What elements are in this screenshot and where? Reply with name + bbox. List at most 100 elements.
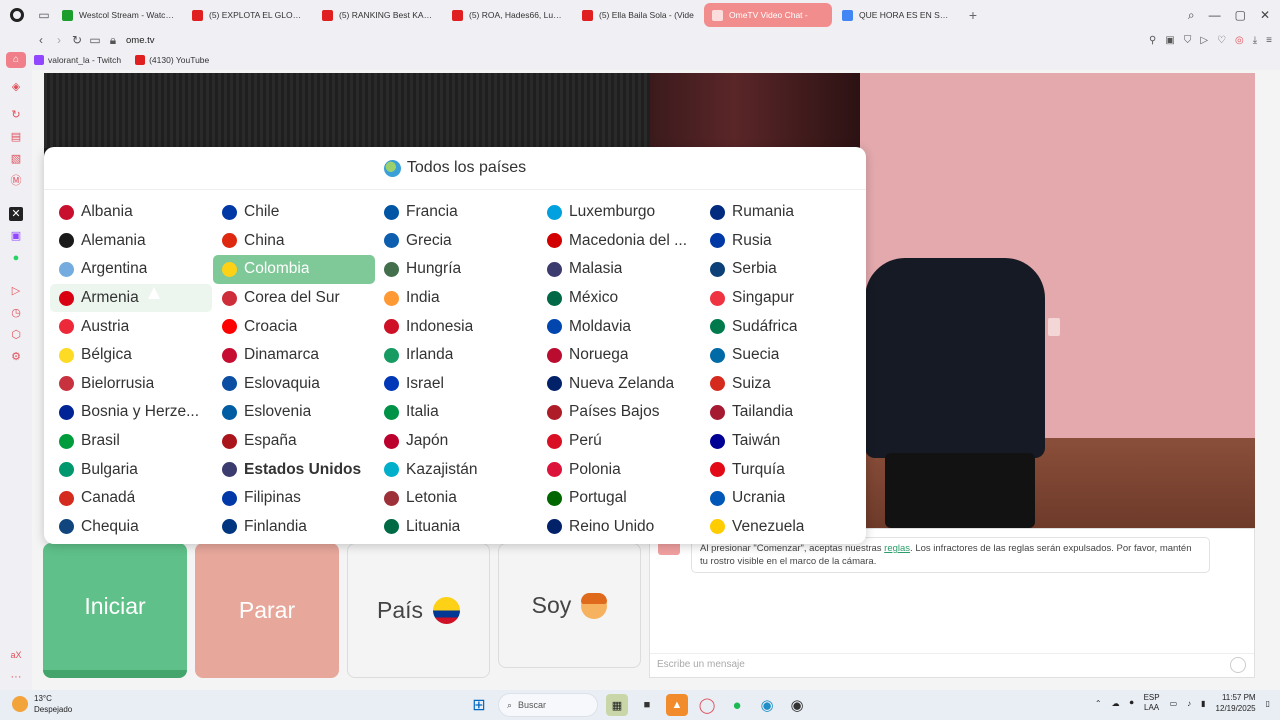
x-icon[interactable]: ✕ (9, 207, 23, 221)
tab-menu-icon[interactable]: ▭ (34, 0, 54, 30)
country-option[interactable]: Bulgaria (50, 455, 212, 484)
mic-icon[interactable]: ⏺ (1130, 698, 1134, 708)
opera-logo-icon[interactable] (0, 0, 34, 30)
maximize-icon[interactable]: ▢ (1235, 8, 1246, 22)
country-option[interactable]: Portugal (538, 484, 700, 513)
tab-4[interactable]: (5) Ella Baila Sola - (Vide (574, 3, 702, 27)
gender-button[interactable]: Soy (498, 543, 641, 668)
download-icon[interactable]: ⤓ (1253, 35, 1257, 46)
country-button[interactable]: País (347, 543, 490, 678)
file-explorer-icon[interactable]: ■ (636, 694, 658, 716)
reload-icon[interactable]: ↻ (68, 33, 86, 47)
battery-icon[interactable]: ▮ (1201, 699, 1205, 708)
country-option[interactable]: Irlanda (375, 341, 537, 370)
cloud-icon[interactable]: ☁ (1112, 699, 1120, 708)
obs-icon[interactable]: ◉ (786, 694, 808, 716)
country-option[interactable]: Kazajistán (375, 455, 537, 484)
search-tabs-icon[interactable]: ⌕ (1188, 8, 1195, 23)
minimize-icon[interactable]: — (1209, 8, 1221, 22)
country-option[interactable]: Bosnia y Herze... (50, 398, 212, 427)
country-option[interactable]: Suecia (701, 341, 863, 370)
twitch-icon[interactable]: ▣ (9, 229, 23, 243)
home-icon[interactable]: ⌂ (6, 52, 26, 68)
bag-icon[interactable]: ▤ (9, 130, 23, 144)
whatsapp-icon[interactable]: ● (9, 251, 23, 265)
country-option[interactable]: Croacia (213, 312, 375, 341)
country-option[interactable]: Malasia (538, 255, 700, 284)
country-option[interactable]: Chequia (50, 513, 212, 542)
tab-3[interactable]: (5) ROA, Hades66, Luar L (444, 3, 572, 27)
extensions-icon[interactable]: ⬡ (9, 328, 23, 342)
country-option[interactable]: Estados Unidos (213, 455, 375, 484)
country-option[interactable]: Letonia (375, 484, 537, 513)
country-option[interactable]: Alemania (50, 227, 212, 256)
spotify-icon[interactable]: ● (726, 694, 748, 716)
message-input[interactable]: Escribe un mensaje (650, 653, 1254, 677)
refresh-icon[interactable]: ↻ (9, 108, 23, 122)
clock[interactable]: 11:57 PM 12/19/2025 (1216, 692, 1256, 714)
country-option[interactable]: Nueva Zelanda (538, 370, 700, 399)
widgets-icon[interactable]: ▦ (606, 694, 628, 716)
country-option[interactable]: Tailandia (701, 398, 863, 427)
weather-widget[interactable]: 13°C Despejado (12, 693, 72, 715)
country-option[interactable]: Macedonia del ... (538, 227, 700, 256)
tab-5[interactable]: OmeTV Video Chat - (704, 3, 832, 27)
close-icon[interactable]: ✕ (1260, 8, 1270, 22)
history-icon[interactable]: ◷ (9, 306, 23, 320)
tab-0[interactable]: Westcol Stream - Watch L (54, 3, 182, 27)
country-option[interactable]: Singapur (701, 284, 863, 313)
messenger-icon[interactable]: Ⓜ (9, 174, 23, 188)
country-option[interactable]: Chile (213, 198, 375, 227)
country-option[interactable]: China (213, 227, 375, 256)
country-option[interactable]: Países Bajos (538, 398, 700, 427)
country-option[interactable]: Filipinas (213, 484, 375, 513)
play-icon[interactable]: ▷ (1200, 35, 1208, 46)
snapshot-icon[interactable]: ▣ (1165, 35, 1174, 46)
country-option[interactable]: Sudáfrica (701, 312, 863, 341)
app-icon[interactable]: ▲ (666, 694, 688, 716)
country-option[interactable]: Reino Unido (538, 513, 700, 542)
country-option[interactable]: Armenia (50, 283, 212, 313)
start-button[interactable]: Iniciar (43, 543, 187, 678)
forward-icon[interactable]: › (50, 33, 68, 47)
ai-icon[interactable]: aX (9, 648, 23, 662)
country-option[interactable]: Luxemburgo (538, 198, 700, 227)
player-icon[interactable]: ▷ (9, 284, 23, 298)
country-option[interactable]: Lituania (375, 513, 537, 542)
country-option[interactable]: Turquía (701, 455, 863, 484)
new-tab-icon[interactable]: + (962, 7, 984, 23)
country-option[interactable]: Rusia (701, 227, 863, 256)
country-option[interactable]: Eslovaquia (213, 370, 375, 399)
url-field[interactable]: ome.tv (126, 35, 155, 46)
rules-link[interactable]: reglas (884, 543, 910, 554)
country-option[interactable]: Dinamarca (213, 341, 375, 370)
country-option[interactable]: India (375, 284, 537, 313)
country-option[interactable]: Hungría (375, 255, 537, 284)
stop-button[interactable]: Parar (195, 543, 339, 678)
country-option[interactable]: Israel (375, 370, 537, 399)
country-option[interactable]: Bélgica (50, 341, 212, 370)
country-option[interactable]: Polonia (538, 455, 700, 484)
taskbar-search[interactable]: ⌕ Buscar (498, 693, 598, 717)
tab-1[interactable]: (5) EXPLOTA EL GLOBO C (184, 3, 312, 27)
country-option[interactable]: Argentina (50, 255, 212, 284)
bookmark-1[interactable]: (4130) YouTube (135, 55, 209, 65)
monitor-icon[interactable]: ▭ (1170, 699, 1178, 708)
country-option[interactable]: Colombia (213, 255, 375, 284)
country-option[interactable]: Corea del Sur (213, 284, 375, 313)
country-option[interactable]: Rumania (701, 198, 863, 227)
language-indicator[interactable]: ESP LAA (1144, 693, 1160, 713)
country-option[interactable]: España (213, 427, 375, 456)
chevron-up-icon[interactable]: ⌃ (1095, 699, 1102, 708)
back-icon[interactable]: ‹ (32, 33, 50, 47)
camera-icon[interactable]: ▭ (86, 33, 104, 47)
country-option[interactable]: Bielorrusia (50, 370, 212, 399)
country-option[interactable]: Finlandia (213, 513, 375, 542)
gaming-icon[interactable]: ◈ (9, 80, 23, 94)
account-icon[interactable]: ◎ (1235, 35, 1244, 46)
emoji-icon[interactable] (1230, 657, 1246, 673)
country-option[interactable]: Taiwán (701, 427, 863, 456)
country-option[interactable]: Moldavia (538, 312, 700, 341)
menu-icon[interactable]: ≡ (1266, 35, 1272, 46)
country-option[interactable]: Suiza (701, 370, 863, 399)
